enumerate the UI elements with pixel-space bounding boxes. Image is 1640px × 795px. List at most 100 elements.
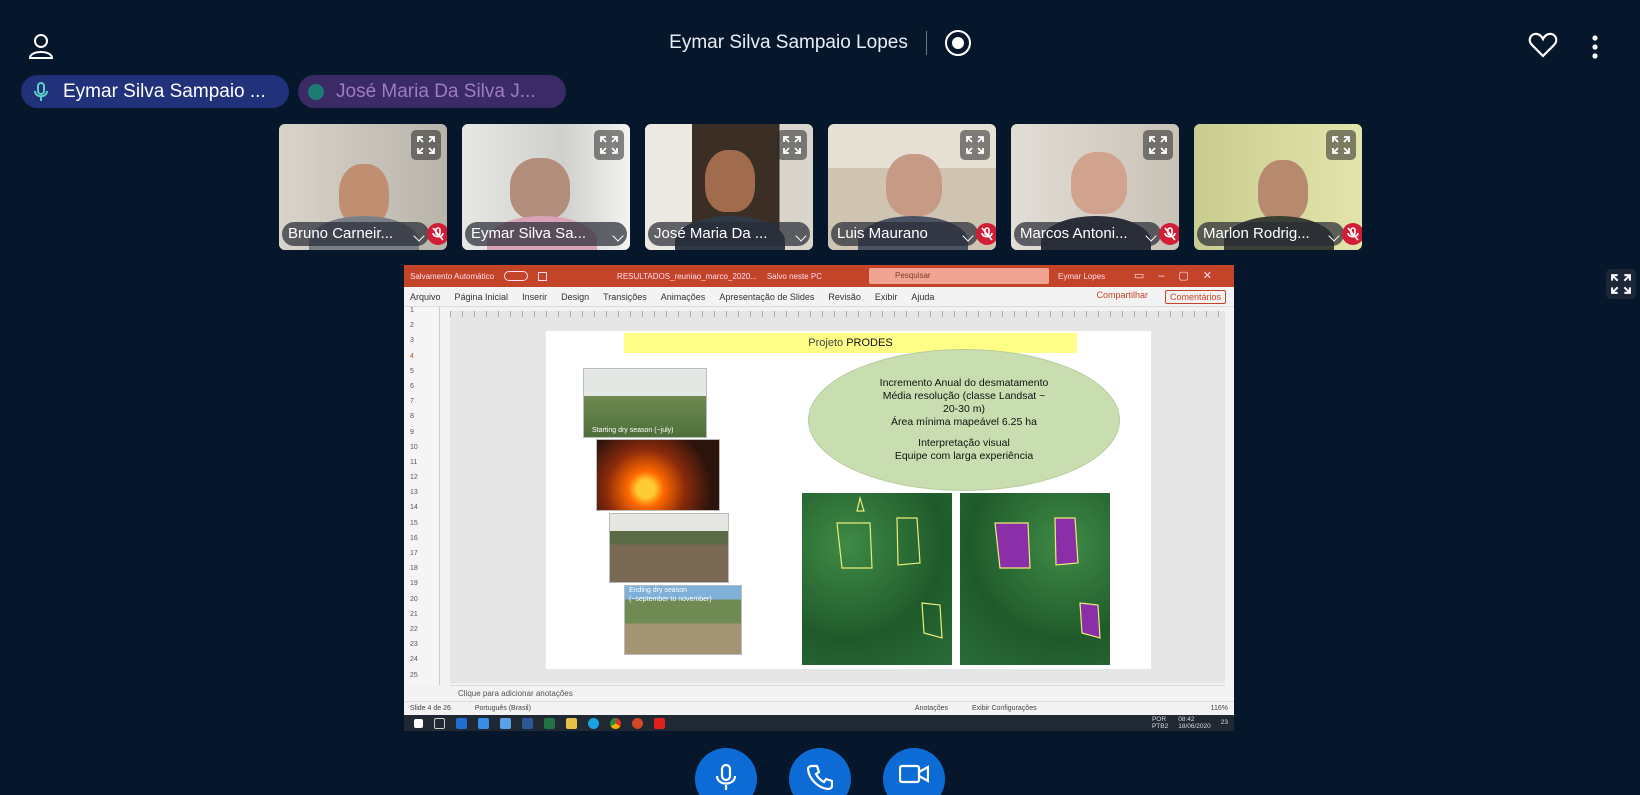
participant-tile[interactable]: José Maria Da ... xyxy=(645,124,813,250)
meeting-header: Eymar Silva Sampaio Lopes xyxy=(0,30,1640,56)
slide-thumbnail: 13 xyxy=(410,489,418,497)
heart-icon[interactable] xyxy=(1528,31,1558,59)
cleared-forest-photo xyxy=(609,513,729,583)
slide-thumbnail: 18 xyxy=(410,565,418,573)
info-ellipse: Incremento Anual do desmatamento Média r… xyxy=(808,349,1120,491)
autosave-label: Salvamento Automático xyxy=(410,271,495,281)
window-controls: ▭–▢✕ xyxy=(1133,270,1226,282)
slide-thumbnail: 12 xyxy=(410,474,418,482)
participant-tile[interactable]: Luis Maurano xyxy=(828,124,996,250)
meeting-title: Eymar Silva Sampaio Lopes xyxy=(669,32,908,53)
save-status: Salvo neste PC xyxy=(766,271,822,281)
slide-thumbnail: 1 xyxy=(410,307,414,314)
slide-thumbnail: 19 xyxy=(410,580,418,588)
slide-thumbnail: 17 xyxy=(410,550,418,557)
ppt-status-bar: Slide 4 de 26 Português (Brasil) Anotaçõ… xyxy=(404,701,1234,715)
participant-tile[interactable]: Marcos Antoni... xyxy=(1011,124,1179,250)
expand-icon[interactable] xyxy=(960,130,990,160)
expand-icon[interactable] xyxy=(777,130,807,160)
expand-icon[interactable] xyxy=(411,130,441,160)
photo-caption: Starting dry season (~july) xyxy=(592,427,674,434)
participant-face xyxy=(510,158,570,220)
mail-icon xyxy=(500,717,511,729)
menu-ajuda: Ajuda xyxy=(911,291,935,302)
slide-thumbnail: 22 xyxy=(410,625,418,633)
expand-icon[interactable] xyxy=(594,130,624,160)
satellite-image-right xyxy=(960,493,1110,665)
info-line: Área mínima mapeável 6.25 ha xyxy=(891,416,1037,428)
mic-muted-icon xyxy=(427,223,447,245)
talker-pill[interactable]: Eymar Silva Sampaio ... xyxy=(21,75,289,108)
slide-thumbnail: 14 xyxy=(410,504,418,512)
slide-thumbnail: 3 xyxy=(410,337,414,345)
microphone-icon xyxy=(31,81,51,102)
camera-button[interactable] xyxy=(883,748,945,795)
excel-icon xyxy=(544,717,555,729)
participant-name: Eymar Silva Sa... xyxy=(465,222,627,246)
video-camera-icon xyxy=(899,764,929,784)
participant-tile[interactable]: Bruno Carneir... xyxy=(279,124,447,250)
slide-thumbnail: 2 xyxy=(410,322,414,330)
microphone-icon xyxy=(715,764,737,790)
ruler xyxy=(450,311,1225,317)
talker-pill[interactable]: José Maria Da Silva J... xyxy=(298,75,566,108)
status-display: Exibir Configurações xyxy=(972,705,1037,712)
menu-arquivo: Arquivo xyxy=(410,291,441,302)
microphone-button[interactable] xyxy=(695,748,757,795)
info-line: 20-30 m) xyxy=(942,403,985,415)
participant-name: Luis Maurano xyxy=(831,222,978,246)
menu-design: Design xyxy=(561,291,590,302)
forest-photo-1: Starting dry season (~july) xyxy=(583,368,707,438)
slide-canvas: Projeto PRODES Starting dry season (~jul… xyxy=(546,331,1151,669)
windows-start-icon xyxy=(414,718,423,728)
participant-name: Marlon Rodrig... xyxy=(1197,222,1344,246)
slide-thumbnail: 11 xyxy=(410,458,418,466)
hangup-button[interactable] xyxy=(789,748,851,795)
ppt-ribbon-menu: Arquivo Página Inicial Inserir Design Tr… xyxy=(404,287,1234,307)
satellite-image-left xyxy=(802,493,952,665)
participant-name: Bruno Carneir... xyxy=(282,222,429,246)
slide-thumbnail: 4 xyxy=(410,352,414,360)
info-line: Média resolução (classe Landsat ~ xyxy=(882,390,1046,402)
store-icon xyxy=(478,717,489,729)
powerpoint-icon xyxy=(632,717,643,729)
status-notes: Anotações xyxy=(914,705,948,712)
info-line: Equipe com larga experiência xyxy=(894,450,1034,462)
fullscreen-icon[interactable] xyxy=(1606,269,1636,299)
menu-exibir: Exibir xyxy=(874,291,898,302)
folder-icon xyxy=(566,717,577,729)
windows-taskbar: POR PTB2 08:42 18/06/2020 23 xyxy=(404,715,1234,731)
slide-thumbnail: 24 xyxy=(410,656,418,664)
slide-thumbnail: 21 xyxy=(410,610,418,618)
participant-name: José Maria Da ... xyxy=(648,222,810,246)
expand-icon[interactable] xyxy=(1143,130,1173,160)
system-tray: POR PTB2 08:42 18/06/2020 23 xyxy=(1152,716,1228,730)
record-icon[interactable] xyxy=(944,30,971,56)
slide-thumbnail: 7 xyxy=(410,398,414,406)
participant-face xyxy=(1071,152,1127,214)
file-name: RESULTADOS_reuniao_marco_2020... xyxy=(617,271,757,281)
tray-date: 18/06/2020 xyxy=(1178,722,1211,730)
more-options-icon[interactable] xyxy=(1588,34,1602,60)
screenshare[interactable]: Salvamento Automático RESULTADOS_reuniao… xyxy=(404,265,1234,731)
share-button: Compartilhar xyxy=(1096,290,1148,300)
slide-thumbnail: 16 xyxy=(410,534,418,542)
expand-icon[interactable] xyxy=(1326,130,1356,160)
phone-icon xyxy=(807,764,833,790)
status-zoom: 116% xyxy=(1210,705,1228,712)
participant-tiles: Bruno Carneir... Eymar Silva Sa... José … xyxy=(279,124,1362,250)
participant-tile[interactable]: Marlon Rodrig... xyxy=(1194,124,1362,250)
aerial-photo: Ending dry season (~september to novembe… xyxy=(624,585,742,655)
menu-transicoes: Transições xyxy=(603,291,647,302)
fire-photo xyxy=(596,439,720,511)
participant-name: Marcos Antoni... xyxy=(1014,222,1161,246)
menu-apresentacao: Apresentação de Slides xyxy=(719,291,815,302)
slide-title-main: PRODES xyxy=(846,337,893,349)
participant-tile[interactable]: Eymar Silva Sa... xyxy=(462,124,630,250)
slide-thumbnail: 10 xyxy=(410,443,418,451)
autosave-toggle xyxy=(504,271,529,281)
menu-animacoes: Animações xyxy=(660,291,706,302)
slide-title-prefix: Projeto xyxy=(808,337,844,349)
slide-thumbnail: 15 xyxy=(410,519,418,527)
mic-muted-icon xyxy=(976,223,996,245)
